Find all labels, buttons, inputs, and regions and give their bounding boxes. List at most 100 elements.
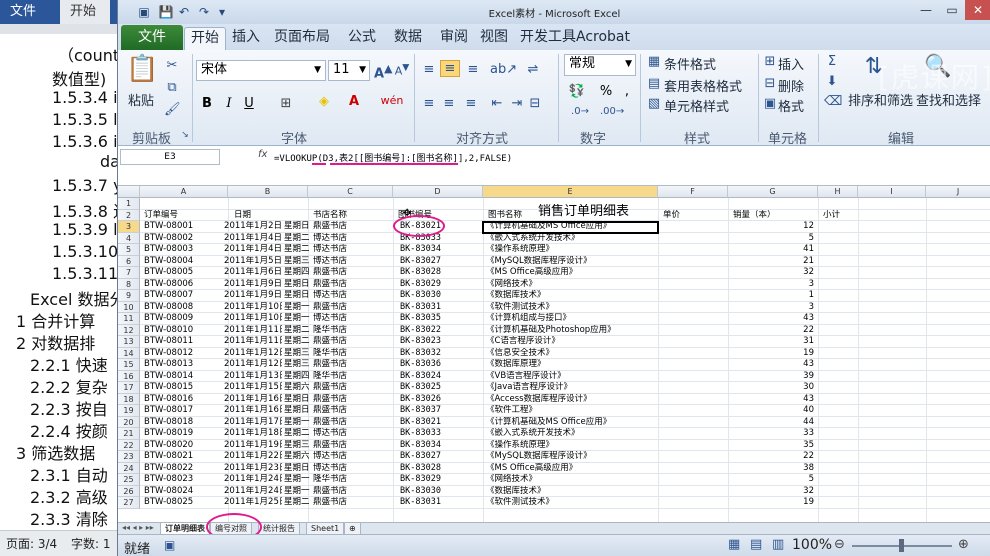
date-cell[interactable]: 2011年1月18日 xyxy=(224,428,282,440)
select-all-corner[interactable] xyxy=(118,186,140,198)
name-box[interactable]: E3 xyxy=(120,149,220,165)
order-id-cell[interactable]: BTW-08024 xyxy=(144,486,193,498)
weekday-cell[interactable]: 星期二 xyxy=(284,233,310,245)
cut-icon[interactable]: ✂ xyxy=(164,58,180,73)
column-header[interactable]: D xyxy=(393,186,483,198)
font-name-select[interactable]: 宋体 ▼ xyxy=(196,60,326,81)
zoom-in-icon[interactable]: ⊕ xyxy=(958,537,969,552)
underline-icon[interactable]: U xyxy=(242,96,256,111)
quantity-cell[interactable]: 38 xyxy=(728,463,816,475)
quantity-cell[interactable]: 31 xyxy=(728,336,816,348)
row-header[interactable]: 17 xyxy=(118,382,140,394)
store-cell[interactable]: 鼎盛书店 xyxy=(313,417,347,429)
order-id-cell[interactable]: BTW-08003 xyxy=(144,244,193,256)
header-cell[interactable]: 订单编号 xyxy=(144,210,178,222)
row-header[interactable]: 26 xyxy=(118,485,140,497)
row-header[interactable]: 25 xyxy=(118,474,140,486)
clear-icon[interactable]: ⌫ xyxy=(824,94,842,109)
fill-icon[interactable]: ⬇ xyxy=(824,74,840,89)
paste-icon[interactable]: 📋 xyxy=(126,54,158,88)
weekday-cell[interactable]: 星期三 xyxy=(284,348,310,360)
insert-button[interactable]: 插入 xyxy=(778,54,804,73)
format-painter-icon[interactable]: 🖌 xyxy=(164,102,181,117)
normal-view-icon[interactable]: ▦ xyxy=(728,537,740,552)
order-id-cell[interactable]: BTW-08014 xyxy=(144,371,193,383)
book-id-cell[interactable]: BK-83037 xyxy=(400,405,441,417)
store-cell[interactable]: 鼎盛书店 xyxy=(313,336,347,348)
row-header[interactable]: 5 xyxy=(118,244,140,256)
quantity-cell[interactable]: 33 xyxy=(728,428,816,440)
order-id-cell[interactable]: BTW-08022 xyxy=(144,463,193,475)
format-cells-icon[interactable]: ▣ xyxy=(762,96,778,111)
date-cell[interactable]: 2011年1月15日 xyxy=(224,382,282,394)
tab-3[interactable]: 页面布局 xyxy=(268,27,336,50)
order-id-cell[interactable]: BTW-08015 xyxy=(144,382,193,394)
date-cell[interactable]: 2011年1月16日 xyxy=(224,405,282,417)
book-name-cell[interactable]: 《嵌入式系统开发技术》 xyxy=(486,233,656,245)
zoom-level[interactable]: 100% xyxy=(792,537,832,553)
weekday-cell[interactable]: 星期四 xyxy=(284,371,310,383)
store-cell[interactable]: 鼎盛书店 xyxy=(313,440,347,452)
delete-button[interactable]: 删除 xyxy=(778,76,804,95)
tab-6[interactable]: 审阅 xyxy=(434,27,474,50)
date-cell[interactable]: 2011年1月6日 xyxy=(224,267,282,279)
quantity-cell[interactable]: 22 xyxy=(728,451,816,463)
word-word-count[interactable]: 字数: 1 xyxy=(71,537,111,551)
book-name-cell[interactable]: 《软件测试技术》 xyxy=(486,302,656,314)
minimize-icon[interactable]: — xyxy=(913,0,939,20)
quantity-cell[interactable]: 39 xyxy=(728,371,816,383)
store-cell[interactable]: 隆华书店 xyxy=(313,474,347,486)
percent-icon[interactable]: % xyxy=(598,84,614,99)
order-id-cell[interactable]: BTW-08025 xyxy=(144,497,193,509)
delete-cells-icon[interactable]: ⊟ xyxy=(762,76,778,91)
store-cell[interactable]: 隆华书店 xyxy=(313,325,347,337)
tab-5[interactable]: 数据 xyxy=(388,27,428,50)
book-id-cell[interactable]: BK-83023 xyxy=(400,336,441,348)
book-id-cell[interactable]: BK-83021 xyxy=(400,417,441,429)
date-cell[interactable]: 2011年1月10日 xyxy=(224,313,282,325)
row-header[interactable]: 10 xyxy=(118,301,140,313)
weekday-cell[interactable]: 星期六 xyxy=(284,451,310,463)
row-header[interactable]: 16 xyxy=(118,370,140,382)
order-id-cell[interactable]: BTW-08020 xyxy=(144,440,193,452)
book-id-cell[interactable]: BK-83036 xyxy=(400,359,441,371)
book-id-cell[interactable]: BK-83031 xyxy=(400,302,441,314)
date-cell[interactable]: 2011年1月19日 xyxy=(224,440,282,452)
tab-1[interactable]: 开始 xyxy=(184,27,226,50)
book-id-cell[interactable]: BK-83028 xyxy=(400,267,441,279)
weekday-cell[interactable]: 星期三 xyxy=(284,440,310,452)
order-id-cell[interactable]: BTW-08011 xyxy=(144,336,193,348)
order-id-cell[interactable]: BTW-08021 xyxy=(144,451,193,463)
dialog-launcher-icon[interactable]: ↘ xyxy=(180,130,190,140)
comma-icon[interactable]: , xyxy=(620,84,634,99)
quantity-cell[interactable]: 41 xyxy=(728,244,816,256)
page-break-view-icon[interactable]: ▥ xyxy=(772,537,784,552)
weekday-cell[interactable]: 星期一 xyxy=(284,417,310,429)
order-id-cell[interactable]: BTW-08017 xyxy=(144,405,193,417)
store-cell[interactable]: 博达书店 xyxy=(313,244,347,256)
table-format-icon[interactable]: ▤ xyxy=(646,76,662,91)
quantity-cell[interactable]: 19 xyxy=(728,348,816,360)
book-name-cell[interactable]: 《计算机基础及MS Office应用》 xyxy=(486,417,656,429)
date-cell[interactable]: 2011年1月24日 xyxy=(224,474,282,486)
worksheet-grid[interactable]: A B C D E F G H I J 1 2 3 4 5 6 7 8 9 10 11 12 13 14 15 16 17 18 19 2… xyxy=(118,186,990,522)
book-id-cell[interactable]: BK-83025 xyxy=(400,382,441,394)
tab-file[interactable]: 文件 xyxy=(121,25,183,50)
order-id-cell[interactable]: BTW-08012 xyxy=(144,348,193,360)
macro-record-icon[interactable]: ▣ xyxy=(164,538,175,552)
zoom-out-icon[interactable]: ⊖ xyxy=(834,537,845,552)
quantity-cell[interactable]: 32 xyxy=(728,267,816,279)
order-id-cell[interactable]: BTW-08019 xyxy=(144,428,193,440)
row-header[interactable]: 24 xyxy=(118,462,140,474)
book-id-cell[interactable]: BK-83033 xyxy=(400,428,441,440)
quantity-cell[interactable]: 43 xyxy=(728,313,816,325)
book-id-cell[interactable]: BK-83027 xyxy=(400,256,441,268)
cell-styles-button[interactable]: 单元格样式 xyxy=(664,96,729,115)
book-id-cell[interactable]: BK-83034 xyxy=(400,244,441,256)
weekday-cell[interactable]: 星期日 xyxy=(284,290,310,302)
row-header[interactable]: 18 xyxy=(118,393,140,405)
weekday-cell[interactable]: 星期三 xyxy=(284,256,310,268)
book-id-cell[interactable]: BK-83034 xyxy=(400,440,441,452)
copy-icon[interactable]: ⧉ xyxy=(164,80,180,95)
date-cell[interactable]: 2011年1月24日 xyxy=(224,486,282,498)
